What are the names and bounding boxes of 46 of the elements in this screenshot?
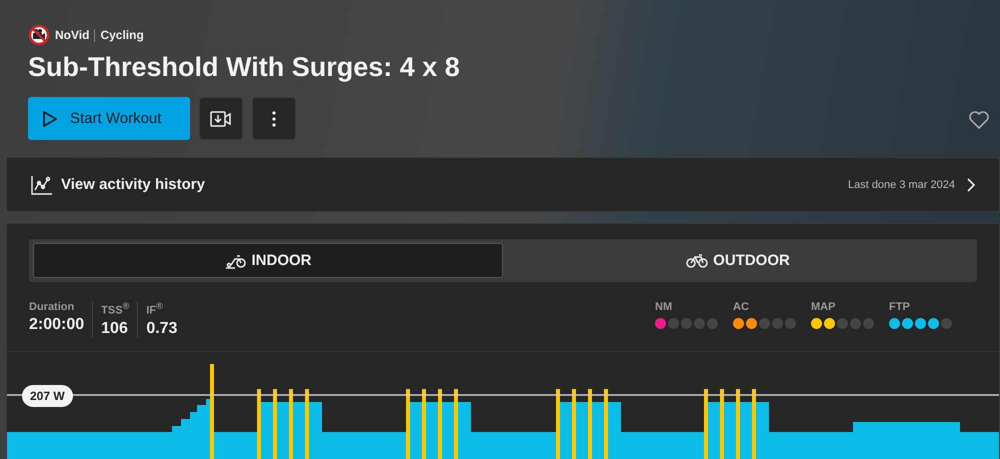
more-icon bbox=[272, 110, 276, 126]
activity-history-row[interactable]: View activity history Last done 3 mar 2024 bbox=[6, 157, 1000, 212]
category-label: Cycling bbox=[100, 28, 144, 42]
rating-dot bbox=[863, 318, 874, 329]
zone-label: NM bbox=[655, 301, 674, 313]
rating-dot bbox=[746, 318, 757, 329]
stat-label: Duration bbox=[29, 301, 76, 313]
rating-dot bbox=[902, 318, 913, 329]
play-icon bbox=[42, 110, 58, 128]
rating-dot bbox=[941, 318, 952, 329]
line-chart-icon bbox=[31, 174, 53, 194]
rating-dot bbox=[694, 318, 705, 329]
last-done-label: Last done 3 mar 2024 bbox=[848, 178, 955, 190]
stat-value: 2:00:00 bbox=[29, 316, 84, 334]
rating-dot bbox=[850, 318, 861, 329]
rating-dot bbox=[681, 318, 692, 329]
rating-dot bbox=[785, 318, 796, 329]
video-download-icon bbox=[210, 110, 232, 126]
stat-value: 0.73 bbox=[146, 320, 178, 338]
workout-title: Sub-Threshold With Surges: 4 x 8 bbox=[28, 52, 461, 83]
zone-label: AC bbox=[733, 301, 750, 313]
rating-dot bbox=[772, 318, 783, 329]
rating-dot bbox=[837, 318, 848, 329]
bicycle-icon bbox=[686, 252, 708, 268]
rating-dot bbox=[759, 318, 770, 329]
mode-tab[interactable]: OUTDOOR bbox=[503, 243, 973, 278]
rating-dot bbox=[707, 318, 718, 329]
zone-label: MAP bbox=[811, 301, 836, 313]
history-label: View activity history bbox=[61, 176, 205, 193]
rating-dot bbox=[824, 318, 835, 329]
video-download-button[interactable] bbox=[199, 97, 243, 140]
zone-label: FTP bbox=[889, 301, 911, 313]
heart-icon[interactable] bbox=[968, 110, 990, 130]
stat-label: TSS$^{®}$ bbox=[101, 301, 130, 317]
rating-dot bbox=[915, 318, 926, 329]
rating-dot bbox=[668, 318, 679, 329]
indoor-bike-icon bbox=[224, 252, 246, 268]
mode-tab[interactable]: INDOOR bbox=[33, 243, 503, 278]
no-video-icon bbox=[28, 24, 50, 46]
brand-label: NoVid bbox=[55, 28, 90, 42]
ftp-marker: 207 W bbox=[22, 385, 73, 407]
stat-label: IF$^{®}$ bbox=[146, 301, 164, 317]
start-workout-button[interactable]: Start Workout bbox=[28, 97, 190, 140]
stat-value: 106 bbox=[101, 320, 129, 338]
chevron-right-icon bbox=[967, 178, 975, 192]
rating-dot bbox=[928, 318, 939, 329]
